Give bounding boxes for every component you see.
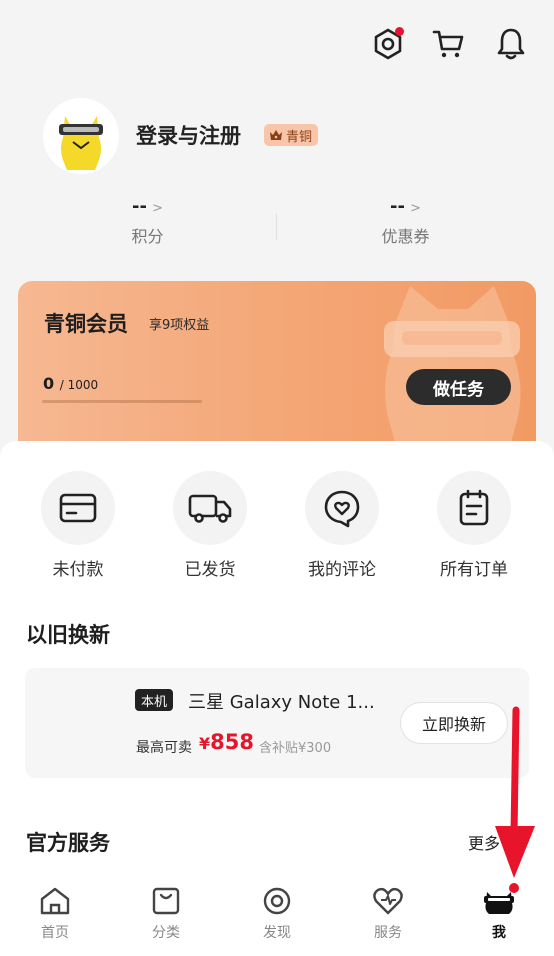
membership-subtitle: 享9项权益	[149, 318, 210, 333]
subsidy-note: 含补贴¥300	[259, 741, 332, 756]
order-icon-circle	[41, 471, 115, 545]
tab-service-label: 服务	[374, 925, 402, 941]
membership-progress-text: 0 / 1000	[43, 374, 98, 393]
membership-title: 青铜会员	[44, 312, 128, 336]
trade-in-title: 以旧换新	[26, 623, 110, 647]
card-icon	[59, 493, 97, 523]
tab-bar: 首页 分类 发现 服务 我	[0, 872, 554, 956]
price-symbol: ¥	[199, 734, 211, 753]
progress-current: 0	[43, 374, 55, 393]
order-icon-circle	[437, 471, 511, 545]
tab-home-label: 首页	[41, 925, 69, 941]
order-list-icon	[459, 489, 489, 526]
price-value: 858	[210, 730, 254, 754]
level-badge-label: 青铜	[286, 129, 313, 145]
points-label: 积分	[131, 227, 164, 246]
order-unpaid-label: 未付款	[52, 560, 104, 580]
cart-button[interactable]	[431, 26, 467, 62]
truck-icon	[188, 494, 232, 523]
do-tasks-button[interactable]: 做任务	[406, 369, 511, 405]
red-arrow-annotation	[495, 706, 535, 878]
order-all[interactable]: 所有订单	[419, 471, 529, 580]
category-bag-icon	[152, 887, 180, 915]
settings-button[interactable]	[370, 26, 406, 62]
order-reviews[interactable]: 我的评论	[287, 471, 397, 580]
order-shipped[interactable]: 已发货	[155, 471, 265, 580]
order-icon-circle	[305, 471, 379, 545]
tab-service[interactable]: 服务	[353, 886, 423, 942]
crown-icon	[270, 130, 282, 140]
progress-total: / 1000	[59, 378, 99, 392]
order-unpaid[interactable]: 未付款	[23, 471, 133, 580]
cart-icon	[432, 30, 464, 58]
coupons-stat[interactable]: -- > 优惠券	[358, 196, 453, 247]
bell-icon	[497, 28, 525, 60]
official-services-title: 官方服务	[26, 831, 110, 855]
device-name: 三星 Galaxy Note 1...	[188, 692, 375, 713]
trade-in-card[interactable]: 本机 三星 Galaxy Note 1... 最高可卖 ¥858 含补贴¥300…	[25, 668, 529, 778]
discover-icon	[263, 887, 291, 915]
chevron-right-icon: >	[152, 201, 163, 216]
level-badge: 青铜	[264, 124, 319, 146]
order-all-label: 所有订单	[440, 560, 508, 580]
tab-category[interactable]: 分类	[131, 886, 201, 942]
coupons-value: --	[390, 196, 405, 217]
comment-heart-icon	[324, 490, 360, 528]
coupons-label: 优惠券	[381, 227, 430, 246]
membership-progress-bar	[42, 400, 202, 403]
home-icon	[40, 887, 70, 915]
notification-dot	[509, 883, 519, 893]
tab-discover[interactable]: 发现	[242, 886, 312, 942]
tab-discover-label: 发现	[263, 925, 291, 941]
chevron-right-icon: >	[410, 201, 421, 216]
mascot-avatar-icon	[59, 116, 103, 170]
notification-dot	[395, 27, 404, 36]
order-shipped-label: 已发货	[184, 560, 236, 580]
order-icon-circle	[173, 471, 247, 545]
stat-divider	[276, 214, 277, 240]
service-heart-icon	[373, 887, 403, 915]
tab-me-label: 我	[492, 925, 506, 941]
points-value: --	[132, 196, 147, 217]
tab-category-label: 分类	[152, 925, 180, 941]
this-device-tag: 本机	[135, 689, 174, 711]
tab-me[interactable]: 我	[464, 883, 534, 942]
trade-in-price: ¥858	[199, 730, 254, 754]
order-reviews-label: 我的评论	[308, 560, 376, 580]
login-register-link[interactable]: 登录与注册	[136, 120, 241, 150]
notifications-button[interactable]	[493, 26, 529, 62]
max-sell-label: 最高可卖	[136, 740, 192, 756]
avatar[interactable]	[43, 98, 119, 174]
tab-home[interactable]: 首页	[20, 886, 90, 942]
points-stat[interactable]: -- > 积分	[100, 196, 195, 247]
